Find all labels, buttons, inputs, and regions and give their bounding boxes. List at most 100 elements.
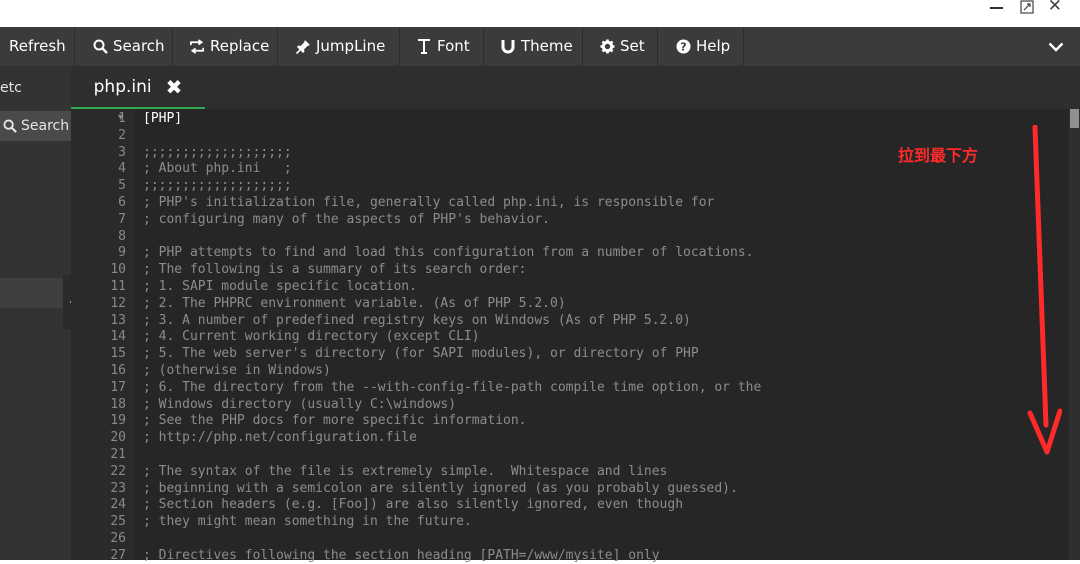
- code-line: ; 4. Current working directory (except C…: [143, 329, 480, 344]
- line-number: 15: [110, 346, 126, 361]
- line-number: 26: [110, 531, 126, 546]
- close-window-icon[interactable]: ✕: [1048, 0, 1062, 15]
- arrow-down-icon: [1027, 125, 1062, 455]
- line-number: 27: [110, 548, 126, 563]
- toolbar-divider: [657, 27, 658, 66]
- set-button[interactable]: Set: [599, 27, 645, 66]
- line-number: 7: [118, 212, 126, 227]
- code-line: ; configuring many of the aspects of PHP…: [143, 212, 550, 227]
- search-label: Search: [113, 37, 165, 55]
- line-number: 25: [110, 514, 126, 529]
- replace-button[interactable]: Replace: [189, 27, 269, 66]
- scrollbar-thumb[interactable]: [1070, 109, 1079, 128]
- font-label: Font: [437, 37, 470, 55]
- code-line: ;;;;;;;;;;;;;;;;;;;: [143, 145, 292, 160]
- help-button[interactable]: ? Help: [675, 27, 730, 66]
- gear-icon: [599, 39, 615, 55]
- line-number: 23: [110, 481, 126, 496]
- line-number: 22: [110, 464, 126, 479]
- line-number: 13: [110, 313, 126, 328]
- editor-tabstrip: php.ini ✖: [71, 66, 1080, 109]
- folder-label[interactable]: etc: [0, 80, 22, 96]
- jumpline-label: JumpLine: [316, 37, 386, 55]
- toolbar-divider: [172, 27, 173, 66]
- code-line: ; 5. The web server's directory (for SAP…: [143, 346, 699, 361]
- line-number: 5: [118, 178, 126, 193]
- code-line: ; Directives following the section headi…: [143, 548, 660, 563]
- toolbar-divider: [743, 27, 744, 66]
- code-line: ; See the PHP docs for more specific inf…: [143, 413, 527, 428]
- line-number: 10: [110, 262, 126, 277]
- code-line: [PHP]: [143, 111, 183, 126]
- line-number: 24: [110, 497, 126, 512]
- maximize-icon[interactable]: [1020, 0, 1034, 14]
- code-line: ; 6. The directory from the --with-confi…: [143, 380, 762, 395]
- svg-text:?: ?: [680, 41, 686, 54]
- pin-icon: [295, 39, 311, 55]
- set-label: Set: [620, 37, 645, 55]
- help-icon: ?: [675, 39, 691, 55]
- replace-icon: [189, 39, 205, 55]
- vertical-scrollbar[interactable]: [1069, 109, 1080, 560]
- minimize-icon[interactable]: [988, 0, 1004, 14]
- code-line: ; PHP attempts to find and load this con…: [143, 245, 754, 260]
- file-tree-row[interactable]: [0, 278, 71, 308]
- tab-label: php.ini: [93, 76, 152, 97]
- line-number: 9: [118, 245, 126, 260]
- line-number: 21: [110, 447, 126, 462]
- jumpline-button[interactable]: JumpLine: [295, 27, 385, 66]
- line-number: 18: [110, 397, 126, 412]
- chevron-down-icon[interactable]: [1032, 27, 1080, 66]
- code-line: ;;;;;;;;;;;;;;;;;;;: [143, 178, 292, 193]
- code-line: ; 1. SAPI module specific location.: [143, 279, 417, 294]
- line-number: 2: [118, 128, 126, 143]
- code-line: ; PHP's initialization file, generally c…: [143, 195, 715, 210]
- toolbar-divider: [277, 27, 278, 66]
- theme-button[interactable]: Theme: [500, 27, 573, 66]
- line-number: 11: [110, 279, 126, 294]
- code-line: ; The following is a summary of its sear…: [143, 262, 527, 277]
- toolbar-divider: [582, 27, 583, 66]
- search-button[interactable]: Search: [92, 27, 165, 66]
- file-tree-panel: etc Search: [0, 66, 71, 560]
- refresh-button[interactable]: Refresh: [0, 27, 66, 66]
- code-line: ; 2. The PHPRC environment variable. (As…: [143, 296, 566, 311]
- line-number: 19: [110, 413, 126, 428]
- sidebar-search-button[interactable]: Search: [0, 111, 71, 141]
- line-number: 6: [118, 195, 126, 210]
- annotation-text: 拉到最下方: [898, 146, 979, 165]
- line-number: 4: [118, 161, 126, 176]
- code-line: ; About php.ini ;: [143, 161, 292, 176]
- toolbar-divider: [399, 27, 400, 66]
- replace-label: Replace: [210, 37, 270, 55]
- tab-php-ini[interactable]: php.ini ✖: [71, 66, 205, 109]
- line-number: 16: [110, 363, 126, 378]
- close-tab-icon[interactable]: ✖: [166, 75, 183, 99]
- font-icon: [416, 39, 432, 55]
- code-line: ; Section headers (e.g. [Foo]) are also …: [143, 497, 684, 512]
- code-line: ; they might mean something in the futur…: [143, 514, 472, 529]
- line-number: 3: [118, 145, 126, 160]
- line-number: 12: [110, 296, 126, 311]
- search-icon: [92, 39, 108, 55]
- theme-label: Theme: [521, 37, 573, 55]
- toolbar: Refresh Search Replace JumpLine Font The…: [0, 27, 1080, 66]
- toolbar-divider: [483, 27, 484, 66]
- search-icon: [3, 119, 17, 133]
- toolbar-divider: [74, 27, 75, 66]
- refresh-icon: [0, 39, 4, 55]
- font-button[interactable]: Font: [416, 27, 470, 66]
- theme-icon: [500, 39, 516, 55]
- code-line: ; The syntax of the file is extremely si…: [143, 464, 668, 479]
- code-line: ; (otherwise in Windows): [143, 363, 331, 378]
- fold-toggle-icon[interactable]: ▾: [118, 112, 130, 123]
- line-number: 20: [110, 430, 126, 445]
- window-titlebar: ✕: [0, 0, 1080, 27]
- help-label: Help: [696, 37, 731, 55]
- code-line: ; 3. A number of predefined registry key…: [143, 313, 691, 328]
- line-number: 8: [118, 229, 126, 244]
- sidebar-search-label: Search: [21, 118, 70, 134]
- line-number: 14: [110, 329, 126, 344]
- refresh-label: Refresh: [9, 37, 66, 55]
- code-line: ; http://php.net/configuration.file: [143, 430, 417, 445]
